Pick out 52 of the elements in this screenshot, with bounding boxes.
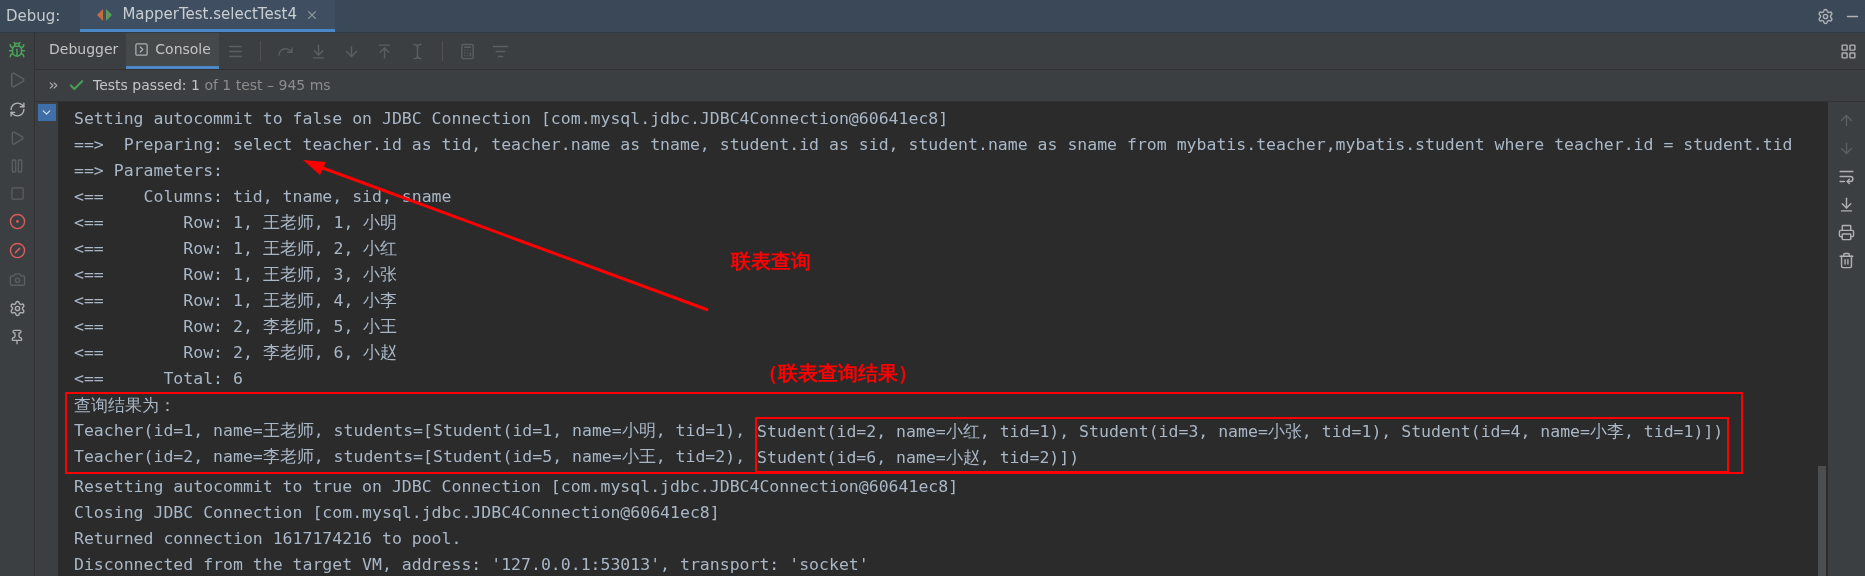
- breakpoints-icon[interactable]: [8, 213, 26, 230]
- print-icon[interactable]: [1838, 224, 1855, 241]
- settings-icon[interactable]: [8, 300, 26, 317]
- annotation-label: 联表查询: [731, 249, 811, 274]
- scroll-to-end-icon[interactable]: [1838, 196, 1855, 213]
- console-line: Disconnected from the target VM, address: '127.0.0.1:53013', transport: 'socket': [74, 554, 869, 576]
- run-tab[interactable]: MapperTest.selectTest4: [80, 0, 335, 32]
- camera-icon[interactable]: [8, 271, 26, 288]
- console-line: ==> Preparing: select teacher.id as tid, teacher.name as tname, student.id as sid, student.name as sname from mybatis.teacher,mybatis.student where teacher.id = student.tid: [74, 134, 1793, 156]
- fold-button[interactable]: [37, 104, 56, 121]
- console-line: Returned connection 1617174216 to pool.: [74, 528, 462, 550]
- pin-icon[interactable]: [9, 329, 25, 345]
- tool-tab[interactable]: Console: [126, 33, 219, 69]
- resume-icon[interactable]: [9, 130, 25, 146]
- pause-icon[interactable]: [9, 158, 25, 174]
- rerun-icon[interactable]: [8, 71, 26, 89]
- up-icon[interactable]: [1838, 112, 1855, 129]
- console-line: <== Row: 1, 王老师, 3, 小张: [74, 264, 398, 286]
- console-line: <== Row: 2, 李老师, 5, 小王: [74, 316, 398, 338]
- annotation-label: （联表查询结果）: [758, 361, 918, 386]
- console-line: <== Row: 1, 王老师, 2, 小红: [74, 238, 398, 260]
- wrap-icon[interactable]: [1838, 168, 1855, 185]
- mute-breakpoints-icon[interactable]: [8, 242, 26, 259]
- console-line: <== Row: 1, 王老师, 4, 小李: [74, 290, 398, 312]
- stop-icon[interactable]: [9, 186, 25, 201]
- console-line: Teacher(id=1, name=王老师, students=[Student(id=1, name=小明, tid=1),: [74, 420, 747, 442]
- settings-icon[interactable]: [1817, 7, 1834, 25]
- console-icon[interactable]: [134, 42, 150, 57]
- console-line: Resetting autocommit to true on JDBC Connection [com.mysql.jdbc.JDBC4Connection@60641ec8]: [74, 476, 959, 498]
- console-line: <== Total: 6: [74, 368, 243, 390]
- tool-tab[interactable]: Debugger: [41, 33, 127, 69]
- down-icon[interactable]: [1838, 140, 1855, 157]
- refresh-icon[interactable]: [8, 101, 26, 118]
- bug-icon[interactable]: [8, 41, 26, 59]
- trash-icon[interactable]: [1838, 252, 1855, 269]
- console-line: Teacher(id=2, name=李老师, students=[Student(id=5, name=小王, tid=2),: [74, 446, 747, 468]
- console-line: 查询结果为：: [74, 395, 176, 417]
- expand-icon[interactable]: [47, 79, 60, 92]
- calculator-icon[interactable]: [458, 42, 476, 60]
- console-line: Setting autocommit to false on JDBC Connection [com.mysql.jdbc.JDBC4Connection@60641ec8]: [74, 108, 949, 130]
- console-line: <== Columns: tid, tname, sid, sname: [74, 186, 452, 208]
- console-line: <== Row: 1, 王老师, 1, 小明: [74, 212, 398, 234]
- console-line: Closing JDBC Connection [com.mysql.jdbc.JDBC4Connection@60641ec8]: [74, 502, 720, 524]
- layout-icon[interactable]: [1840, 42, 1857, 60]
- console-line: Student(id=6, name=小赵, tid=2)]): [757, 447, 1080, 469]
- scrollbar-thumb[interactable]: [1818, 466, 1826, 576]
- window-title: Debug:: [6, 5, 61, 27]
- console-line: ==> Parameters:: [74, 160, 224, 182]
- tests-status: Tests passed: 1 of 1 test – 945 ms: [93, 76, 331, 95]
- console-line: <== Row: 2, 李老师, 6, 小赵: [74, 342, 398, 364]
- run-config-icon: [96, 7, 115, 22]
- console-line: Student(id=2, name=小红, tid=1), Student(id=3, name=小张, tid=1), Student(id=4, name=小李, tid=1)]): [757, 421, 1724, 443]
